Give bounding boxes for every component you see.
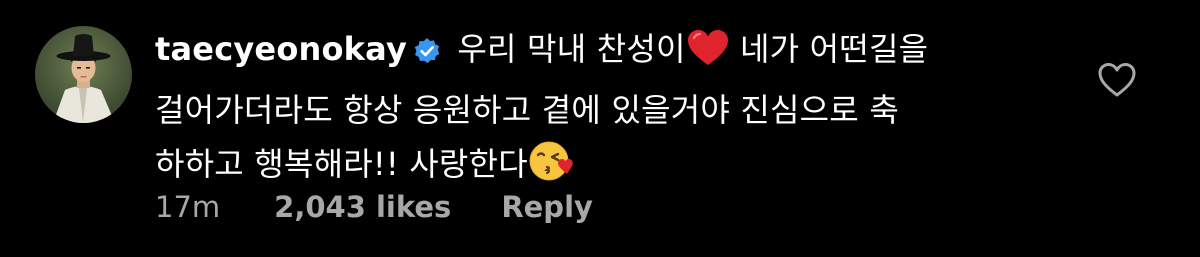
comment-text-line1b: 네가 어떤길을 — [729, 30, 929, 68]
comment-text-line2: 걸어가더라도 항상 응원하고 곁에 있을거야 진심으로 축 — [155, 91, 899, 129]
heart-outline-icon — [1098, 63, 1136, 97]
username-link[interactable]: taecyeonokay — [155, 30, 407, 68]
comment-text: taecyeonokay 우리 막내 찬성이 네가 어떤길을 걸어가더라도 항상… — [155, 22, 1055, 198]
comment-row: taecyeonokay 우리 막내 찬성이 네가 어떤길을 걸어가더라도 항상… — [0, 0, 1200, 257]
timestamp: 17m — [155, 190, 221, 224]
avatar[interactable] — [35, 26, 132, 123]
comment-meta: 17m 2,043 likes Reply — [155, 190, 593, 224]
like-button[interactable] — [1097, 61, 1137, 99]
comment-body: taecyeonokay 우리 막내 찬성이 네가 어떤길을 걸어가더라도 항상… — [155, 22, 1055, 198]
face-blowing-kiss-emoji — [528, 138, 576, 198]
verified-badge-icon — [413, 27, 441, 81]
reply-button[interactable]: Reply — [501, 190, 593, 224]
comment-text-line1: 우리 막내 찬성이 — [447, 30, 686, 68]
avatar-photo — [35, 26, 132, 123]
likes-count[interactable]: 2,043 likes — [274, 190, 451, 224]
red-heart-emoji — [686, 29, 730, 83]
comment-text-line3: 하하고 행복해라!! 사랑한다 — [155, 145, 528, 183]
